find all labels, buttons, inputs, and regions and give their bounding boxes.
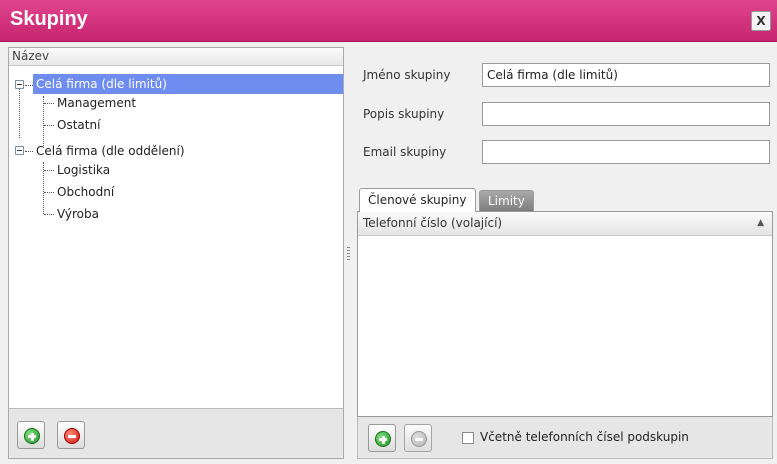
tree-node-label: Ostatní bbox=[57, 118, 101, 132]
collapse-toggle-icon[interactable] bbox=[15, 80, 24, 89]
tree-node-obchodni[interactable]: Obchodní bbox=[54, 182, 117, 202]
tree-node-label: Management bbox=[57, 96, 137, 110]
panel-splitter[interactable] bbox=[345, 47, 353, 459]
tree-node-cela-firma-limity[interactable]: Celá firma (dle limitů) bbox=[33, 74, 343, 94]
tree-connector bbox=[44, 170, 54, 171]
tree-connector bbox=[44, 192, 54, 193]
tree-node-cela-firma-oddeleni[interactable]: Celá firma (dle oddělení) bbox=[33, 141, 188, 161]
tree-connector bbox=[44, 103, 54, 104]
tree-connector bbox=[25, 151, 33, 152]
tree-connector bbox=[44, 125, 54, 126]
tab-members[interactable]: Členové skupiny bbox=[359, 188, 476, 212]
groups-tree: Celá firma (dle limitů) Management Ostat… bbox=[9, 66, 343, 408]
group-email-input[interactable] bbox=[482, 140, 770, 164]
tree-node-label: Logistika bbox=[57, 163, 111, 177]
groups-tree-panel: Název Celá firma (dle limitů) Management… bbox=[8, 47, 344, 459]
tree-node-vyroba[interactable]: Výroba bbox=[54, 204, 102, 224]
include-subgroups-label[interactable]: Včetně telefonních čísel podskupin bbox=[480, 430, 689, 444]
tree-node-label: Celá firma (dle oddělení) bbox=[36, 144, 185, 158]
tree-connector bbox=[25, 85, 33, 86]
members-toolbar: Včetně telefonních čísel podskupin bbox=[357, 417, 773, 459]
tree-column-header[interactable]: Název bbox=[9, 48, 343, 66]
close-button[interactable]: X bbox=[751, 11, 771, 31]
remove-group-button[interactable] bbox=[57, 421, 85, 449]
members-panel: Telefonní číslo (volající) ▲ bbox=[357, 211, 773, 417]
add-group-button[interactable] bbox=[17, 421, 45, 449]
phone-number-column-header[interactable]: Telefonní číslo (volající) ▲ bbox=[358, 212, 772, 236]
include-subgroups-checkbox[interactable] bbox=[462, 432, 474, 444]
tree-node-ostatni[interactable]: Ostatní bbox=[54, 115, 103, 135]
remove-disabled-icon bbox=[411, 431, 427, 447]
sort-ascending-icon: ▲ bbox=[757, 218, 764, 228]
remove-member-button[interactable] bbox=[404, 424, 432, 452]
window-title: Skupiny bbox=[10, 8, 88, 30]
add-icon bbox=[375, 431, 391, 447]
group-description-label: Popis skupiny bbox=[363, 107, 445, 121]
remove-icon bbox=[64, 428, 80, 444]
tree-node-label: Obchodní bbox=[57, 185, 115, 199]
tree-connector bbox=[44, 214, 54, 215]
splitter-grip-icon bbox=[347, 247, 350, 261]
window-titlebar: Skupiny X bbox=[0, 0, 777, 42]
group-name-input[interactable] bbox=[482, 63, 770, 87]
tab-limits[interactable]: Limity bbox=[479, 190, 534, 212]
tree-node-management[interactable]: Management bbox=[54, 93, 139, 113]
collapse-toggle-icon[interactable] bbox=[15, 146, 24, 155]
tree-node-label: Celá firma (dle limitů) bbox=[36, 77, 167, 91]
tree-toolbar bbox=[9, 408, 343, 458]
add-member-button[interactable] bbox=[368, 424, 396, 452]
add-icon bbox=[24, 428, 40, 444]
group-detail-panel: Jméno skupiny Popis skupiny Email skupin… bbox=[353, 47, 775, 459]
group-email-label: Email skupiny bbox=[363, 145, 447, 159]
tree-node-label: Výroba bbox=[57, 207, 99, 221]
group-description-input[interactable] bbox=[482, 102, 770, 126]
group-name-label: Jméno skupiny bbox=[363, 68, 451, 82]
tree-node-logistika[interactable]: Logistika bbox=[54, 160, 113, 180]
phone-number-column-label: Telefonní číslo (volající) bbox=[363, 216, 503, 230]
